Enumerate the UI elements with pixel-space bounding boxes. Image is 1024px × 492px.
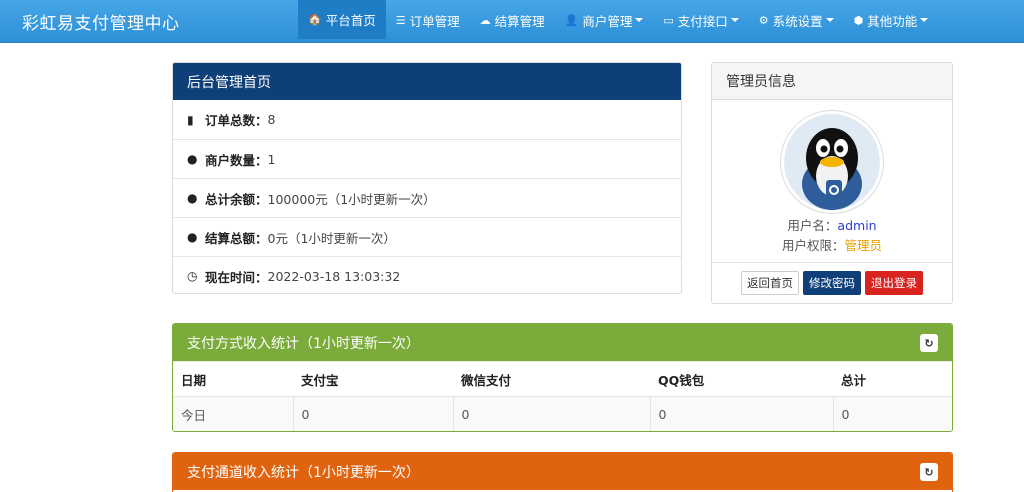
change-password-button[interactable]: 修改密码 [803,271,861,295]
stat-value: 2022-03-18 13:03:32 [267,268,401,284]
user-icon: 👤 [564,13,579,27]
stat-value: 8 [267,112,276,127]
caret-down-icon [825,18,834,22]
nav-item-settlement[interactable]: ☁ 结算管理 [470,0,555,40]
nav-label: 订单管理 [409,13,460,29]
column-header: 支付宝 [293,361,453,397]
nav-label: 平台首页 [325,13,376,28]
caret-down-icon [635,18,644,22]
stat-label: 总计余额： [205,191,268,207]
stats-list: ▮ 订单总数： 8 ● 商户数量： 1 ● 总计余额： 100000元（1小时更… [173,100,681,293]
refresh-icon[interactable]: ↻ [920,463,938,481]
stat-label: 订单总数： [205,113,268,128]
nav-label: 系统设置 [772,13,823,29]
admin-info-panel: 管理员信息 用户名：admin 用户权限：管理员 返回首页 修改密码 退出登录 [711,62,953,304]
refresh-icon[interactable]: ↻ [920,334,938,352]
home-icon: 🏠 [308,13,322,26]
nav-item-orders[interactable]: ☰ 订单管理 [386,0,470,40]
cube-icon: ⬢ [853,13,864,27]
drop-icon: ● [187,191,198,205]
caret-down-icon [920,18,929,22]
nav-item-payment-api[interactable]: ▭ 支付接口 [653,0,748,40]
dashboard-panel: 后台管理首页 ▮ 订单总数： 8 ● 商户数量： 1 ● 总计余额： 10000… [172,62,682,294]
stat-label: 结算总额： [205,230,268,246]
drop-icon: ● [187,152,198,166]
gear-icon: ⚙ [758,13,769,27]
table-cell: 0 [649,396,833,431]
avatar [780,110,884,214]
username-value: admin [837,218,877,233]
logout-button[interactable]: 退出登录 [865,271,923,295]
nav-item-home[interactable]: 🏠 平台首页 [298,0,386,39]
role-label: 用户权限： [781,238,845,253]
column-header: 总计 [833,361,952,397]
column-header: 日期 [173,361,293,397]
back-home-button[interactable]: 返回首页 [741,271,799,295]
nav-item-other[interactable]: ⬢ 其他功能 [844,0,939,40]
panel-title: 后台管理首页 [173,63,681,100]
pay-method-stats-panel: 支付方式收入统计（1小时更新一次） ↻ 日期 支付宝 微信支付 QQ钱包 总计 … [172,323,953,432]
drop-icon: ● [187,230,198,244]
stat-value: 0元（1小时更新一次） [267,230,396,246]
table-row: 今日 0 0 0 0 [173,396,952,431]
role-value: 管理员 [844,238,883,253]
username-line: 用户名：admin [712,215,952,234]
nav-label: 其他功能 [867,13,918,29]
top-navbar: 彩虹易支付管理中心 🏠 平台首页 ☰ 订单管理 ☁ 结算管理 👤 商户管理 ▭ … [0,0,1024,43]
table-header-row: 日期 支付宝 微信支付 QQ钱包 总计 [173,361,952,397]
column-header: QQ钱包 [650,361,833,397]
stat-total-balance: ● 总计余额： 100000元（1小时更新一次） [173,178,681,217]
stat-merchant-count: ● 商户数量： 1 [173,139,681,178]
bar-chart-icon: ▮ [187,112,194,127]
panel-title: 支付通道收入统计（1小时更新一次） [187,464,420,481]
caret-down-icon [730,18,739,22]
stat-settlement-total: ● 结算总额： 0元（1小时更新一次） [173,217,681,256]
table-cell: 0 [832,396,952,431]
nav-label: 支付接口 [677,13,728,29]
clock-icon: ◷ [187,269,198,283]
nav-label: 结算管理 [494,13,545,29]
pay-channel-stats-panel: 支付通道收入统计（1小时更新一次） ↻ [172,452,953,492]
column-header: 微信支付 [453,361,650,397]
stat-value: 100000元（1小时更新一次） [267,191,436,207]
username-label: 用户名： [787,218,838,233]
panel-title: 管理员信息 [712,63,952,100]
list-icon: ☰ [395,13,406,27]
panel-header: 支付通道收入统计（1小时更新一次） ↻ [173,453,952,490]
role-line: 用户权限：管理员 [712,235,952,254]
main-nav: 🏠 平台首页 ☰ 订单管理 ☁ 结算管理 👤 商户管理 ▭ 支付接口 ⚙ 系统设… [298,0,938,43]
nav-label: 商户管理 [582,13,633,29]
table-cell: 0 [452,396,650,431]
table-cell: 今日 [173,396,293,431]
nav-item-merchants[interactable]: 👤 商户管理 [555,0,654,40]
stat-label: 商户数量： [205,152,268,168]
card-icon: ▭ [663,13,674,27]
stat-order-count: ▮ 订单总数： 8 [173,100,681,139]
pay-method-table: 日期 支付宝 微信支付 QQ钱包 总计 今日 0 0 0 0 [173,361,952,431]
cloud-icon: ☁ [479,13,491,27]
admin-actions: 返回首页 修改密码 退出登录 [712,262,952,303]
nav-item-system-settings[interactable]: ⚙ 系统设置 [749,0,844,40]
panel-header: 支付方式收入统计（1小时更新一次） ↻ [173,324,952,361]
stat-current-time: ◷ 现在时间： 2022-03-18 13:03:32 [173,256,681,293]
penguin-avatar-icon [784,114,880,210]
stat-label: 现在时间： [205,269,268,285]
table-cell: 0 [292,396,453,431]
panel-title: 支付方式收入统计（1小时更新一次） [187,335,420,352]
brand-title[interactable]: 彩虹易支付管理中心 [22,9,180,34]
stat-value: 1 [267,151,276,167]
